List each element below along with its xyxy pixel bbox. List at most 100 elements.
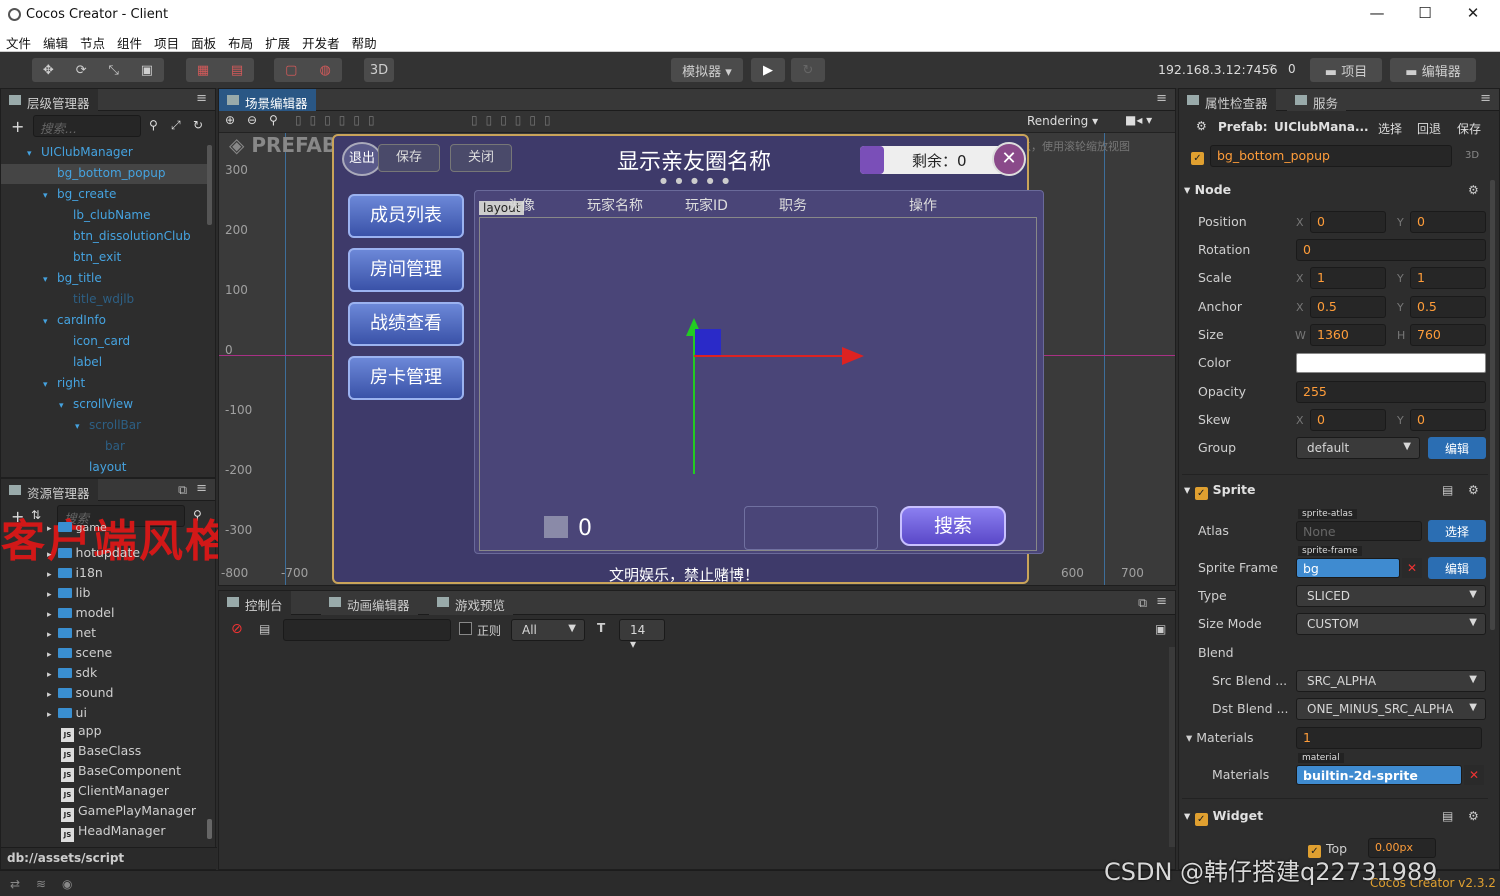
tab-game-preview[interactable]: 游戏预览 bbox=[429, 591, 514, 615]
assets-scrollbar[interactable] bbox=[207, 819, 212, 839]
asset-script-item[interactable]: JS ClientManager bbox=[61, 783, 169, 803]
position-x-input[interactable]: 0 bbox=[1310, 211, 1386, 233]
tab-scene[interactable]: 场景编辑器 bbox=[219, 89, 316, 111]
widget-section-header[interactable]: ▾ ✓ Widget bbox=[1184, 808, 1263, 826]
tab-animation[interactable]: 动画编辑器 bbox=[321, 591, 418, 615]
node-section-header[interactable]: ▾ Node bbox=[1184, 182, 1231, 197]
caret-right-icon[interactable]: ▸ bbox=[47, 524, 52, 533]
caret-right-icon[interactable]: ▸ bbox=[47, 610, 52, 620]
widget-enabled-checkbox[interactable]: ✓ bbox=[1194, 813, 1208, 826]
snap-icon[interactable]: ▢ bbox=[285, 63, 297, 78]
menu-card-manage[interactable]: 房卡管理 bbox=[348, 356, 464, 400]
exit-button[interactable]: 退出 bbox=[342, 142, 382, 176]
materials-count-input[interactable]: 1 bbox=[1296, 727, 1482, 749]
tree-arrow-icon[interactable]: ▾ bbox=[27, 149, 41, 159]
tree-arrow-icon[interactable]: ▾ bbox=[43, 275, 57, 285]
menu-icon[interactable]: ≡ bbox=[1156, 594, 1167, 609]
gizmo-icon[interactable]: ◍ bbox=[320, 63, 331, 78]
tree-node-item[interactable]: bar bbox=[91, 439, 125, 459]
asset-folder-item[interactable]: ▸ ui bbox=[47, 705, 87, 725]
close-button[interactable]: 关闭 bbox=[450, 144, 512, 172]
search-icon[interactable]: ⚲ bbox=[149, 118, 158, 132]
help-book-icon[interactable]: ▤ bbox=[1442, 483, 1453, 497]
asset-folder-item[interactable]: ▸ sdk bbox=[47, 665, 97, 685]
anchor-x-input[interactable]: 0.5 bbox=[1310, 296, 1386, 318]
search-id-input[interactable] bbox=[744, 506, 878, 550]
asset-folder-item[interactable]: ▸ hotupdate bbox=[47, 545, 140, 565]
group-select[interactable]: default ▼ bbox=[1296, 437, 1420, 459]
inspector-scrollbar[interactable] bbox=[1490, 180, 1495, 630]
tree-node-item[interactable]: ▾ scrollBar bbox=[75, 418, 141, 438]
tree-node-item[interactable]: title_wdjlb bbox=[59, 292, 134, 312]
x-gizmo-arrow-icon[interactable] bbox=[842, 347, 864, 365]
asset-script-item[interactable]: JS HeadManager bbox=[61, 823, 165, 843]
tree-arrow-icon[interactable]: ▾ bbox=[43, 191, 57, 201]
add-node-icon[interactable]: + bbox=[11, 117, 24, 136]
tree-node-item[interactable]: ▾ scrollView bbox=[59, 397, 133, 417]
material-input[interactable]: builtin-2d-sprite bbox=[1296, 765, 1462, 785]
gear-icon[interactable]: ⚙ bbox=[1468, 809, 1479, 823]
tab-console[interactable]: 控制台 bbox=[219, 591, 291, 615]
prefab-revert-button[interactable]: 回退 bbox=[1417, 120, 1441, 137]
tree-node-item[interactable]: ▾ bg_create bbox=[43, 187, 116, 207]
caret-right-icon[interactable]: ▸ bbox=[47, 710, 52, 720]
tree-node-item[interactable]: label bbox=[59, 355, 102, 375]
search-button[interactable]: 搜索 bbox=[900, 506, 1006, 546]
tree-arrow-icon[interactable]: ▾ bbox=[43, 380, 57, 390]
node-active-checkbox[interactable]: ✓ bbox=[1191, 148, 1209, 165]
clear-sprite-frame-icon[interactable]: ✕ bbox=[1402, 558, 1422, 578]
minimize-button[interactable]: — bbox=[1362, 4, 1392, 26]
play-button[interactable]: ▶ bbox=[751, 58, 785, 82]
refresh-icon[interactable]: ↻ bbox=[193, 118, 203, 132]
position-y-input[interactable]: 0 bbox=[1410, 211, 1486, 233]
asset-folder-item[interactable]: ▸ model bbox=[47, 605, 114, 625]
size-mode-select[interactable]: CUSTOM ▼ bbox=[1296, 613, 1486, 635]
zoom-in-icon[interactable]: ⊕ bbox=[225, 113, 235, 127]
tree-node-item[interactable]: layout bbox=[75, 460, 126, 480]
tree-node-item[interactable]: bg_bottom_popup bbox=[43, 166, 165, 186]
scale-tool-icon[interactable]: ⤡ bbox=[108, 63, 118, 78]
tree-arrow-icon[interactable]: ▾ bbox=[59, 401, 73, 411]
group-edit-button[interactable]: 编辑 bbox=[1428, 437, 1486, 459]
size-w-input[interactable]: 1360 bbox=[1310, 324, 1386, 346]
font-size-select[interactable]: 14 ▾ bbox=[619, 619, 665, 651]
caret-right-icon[interactable]: ▸ bbox=[47, 550, 52, 560]
rect-tool-icon[interactable]: ▣ bbox=[141, 63, 153, 78]
console-filter-input[interactable] bbox=[283, 619, 451, 641]
asset-folder-item[interactable]: ▸ scene bbox=[47, 645, 112, 665]
zoom-reset-icon[interactable]: ⚲ bbox=[269, 113, 278, 127]
materials-header[interactable]: ▾ Materials bbox=[1186, 730, 1254, 745]
dst-blend-select[interactable]: ONE_MINUS_SRC_ALPHA ▼ bbox=[1296, 698, 1486, 720]
asset-script-item[interactable]: JS BaseClass bbox=[61, 743, 141, 763]
club-popup[interactable]: 退出 保存 关闭 显示亲友圈名称 ● ● ● ● ● 剩余：0 ✕ 成员列表 房… bbox=[332, 134, 1044, 584]
tree-arrow-icon[interactable]: ▾ bbox=[43, 317, 57, 327]
refresh-button[interactable]: ↻ bbox=[791, 58, 825, 82]
tree-node-item[interactable]: ▾ bg_title bbox=[43, 271, 102, 291]
menu-room-manage[interactable]: 房间管理 bbox=[348, 248, 464, 292]
sprite-frame-edit-button[interactable]: 编辑 bbox=[1428, 557, 1486, 579]
database-icon[interactable]: ≋ bbox=[36, 877, 46, 891]
help-book-icon[interactable]: ▤ bbox=[1442, 809, 1453, 823]
rendering-select[interactable]: Rendering ▾ bbox=[1027, 114, 1098, 128]
close-window-button[interactable]: ✕ bbox=[1458, 4, 1488, 26]
menu-icon[interactable]: ≡ bbox=[1156, 91, 1167, 106]
collapse-icon[interactable]: ▣ bbox=[1155, 622, 1166, 636]
src-blend-select[interactable]: SRC_ALPHA ▼ bbox=[1296, 670, 1486, 692]
caret-right-icon[interactable]: ▸ bbox=[47, 630, 52, 640]
pivot-icon[interactable]: ▦ bbox=[197, 63, 209, 78]
align-tools-icon[interactable]: ▯▯▯▯▯▯ bbox=[295, 113, 383, 127]
tab-hierarchy[interactable]: 层级管理器 bbox=[1, 89, 98, 111]
asset-folder-item[interactable]: ▸ net bbox=[47, 625, 96, 645]
scale-x-input[interactable]: 1 bbox=[1310, 267, 1386, 289]
menu-record-view[interactable]: 战绩查看 bbox=[348, 302, 464, 346]
caret-right-icon[interactable]: ▸ bbox=[47, 650, 52, 660]
maximize-button[interactable]: ☐ bbox=[1410, 4, 1440, 26]
caret-right-icon[interactable]: ▸ bbox=[47, 590, 52, 600]
tree-node-item[interactable]: btn_dissolutionClub bbox=[59, 229, 191, 249]
rotate-tool-icon[interactable]: ⟳ bbox=[76, 63, 87, 78]
prefab-save-button[interactable]: 保存 bbox=[1457, 120, 1481, 137]
simulator-select[interactable]: 模拟器 ▾ bbox=[671, 58, 743, 82]
tree-arrow-icon[interactable]: ▾ bbox=[75, 422, 89, 432]
open-editor-button[interactable]: ▬ 编辑器 bbox=[1390, 58, 1476, 82]
clear-material-icon[interactable]: ✕ bbox=[1464, 765, 1484, 785]
